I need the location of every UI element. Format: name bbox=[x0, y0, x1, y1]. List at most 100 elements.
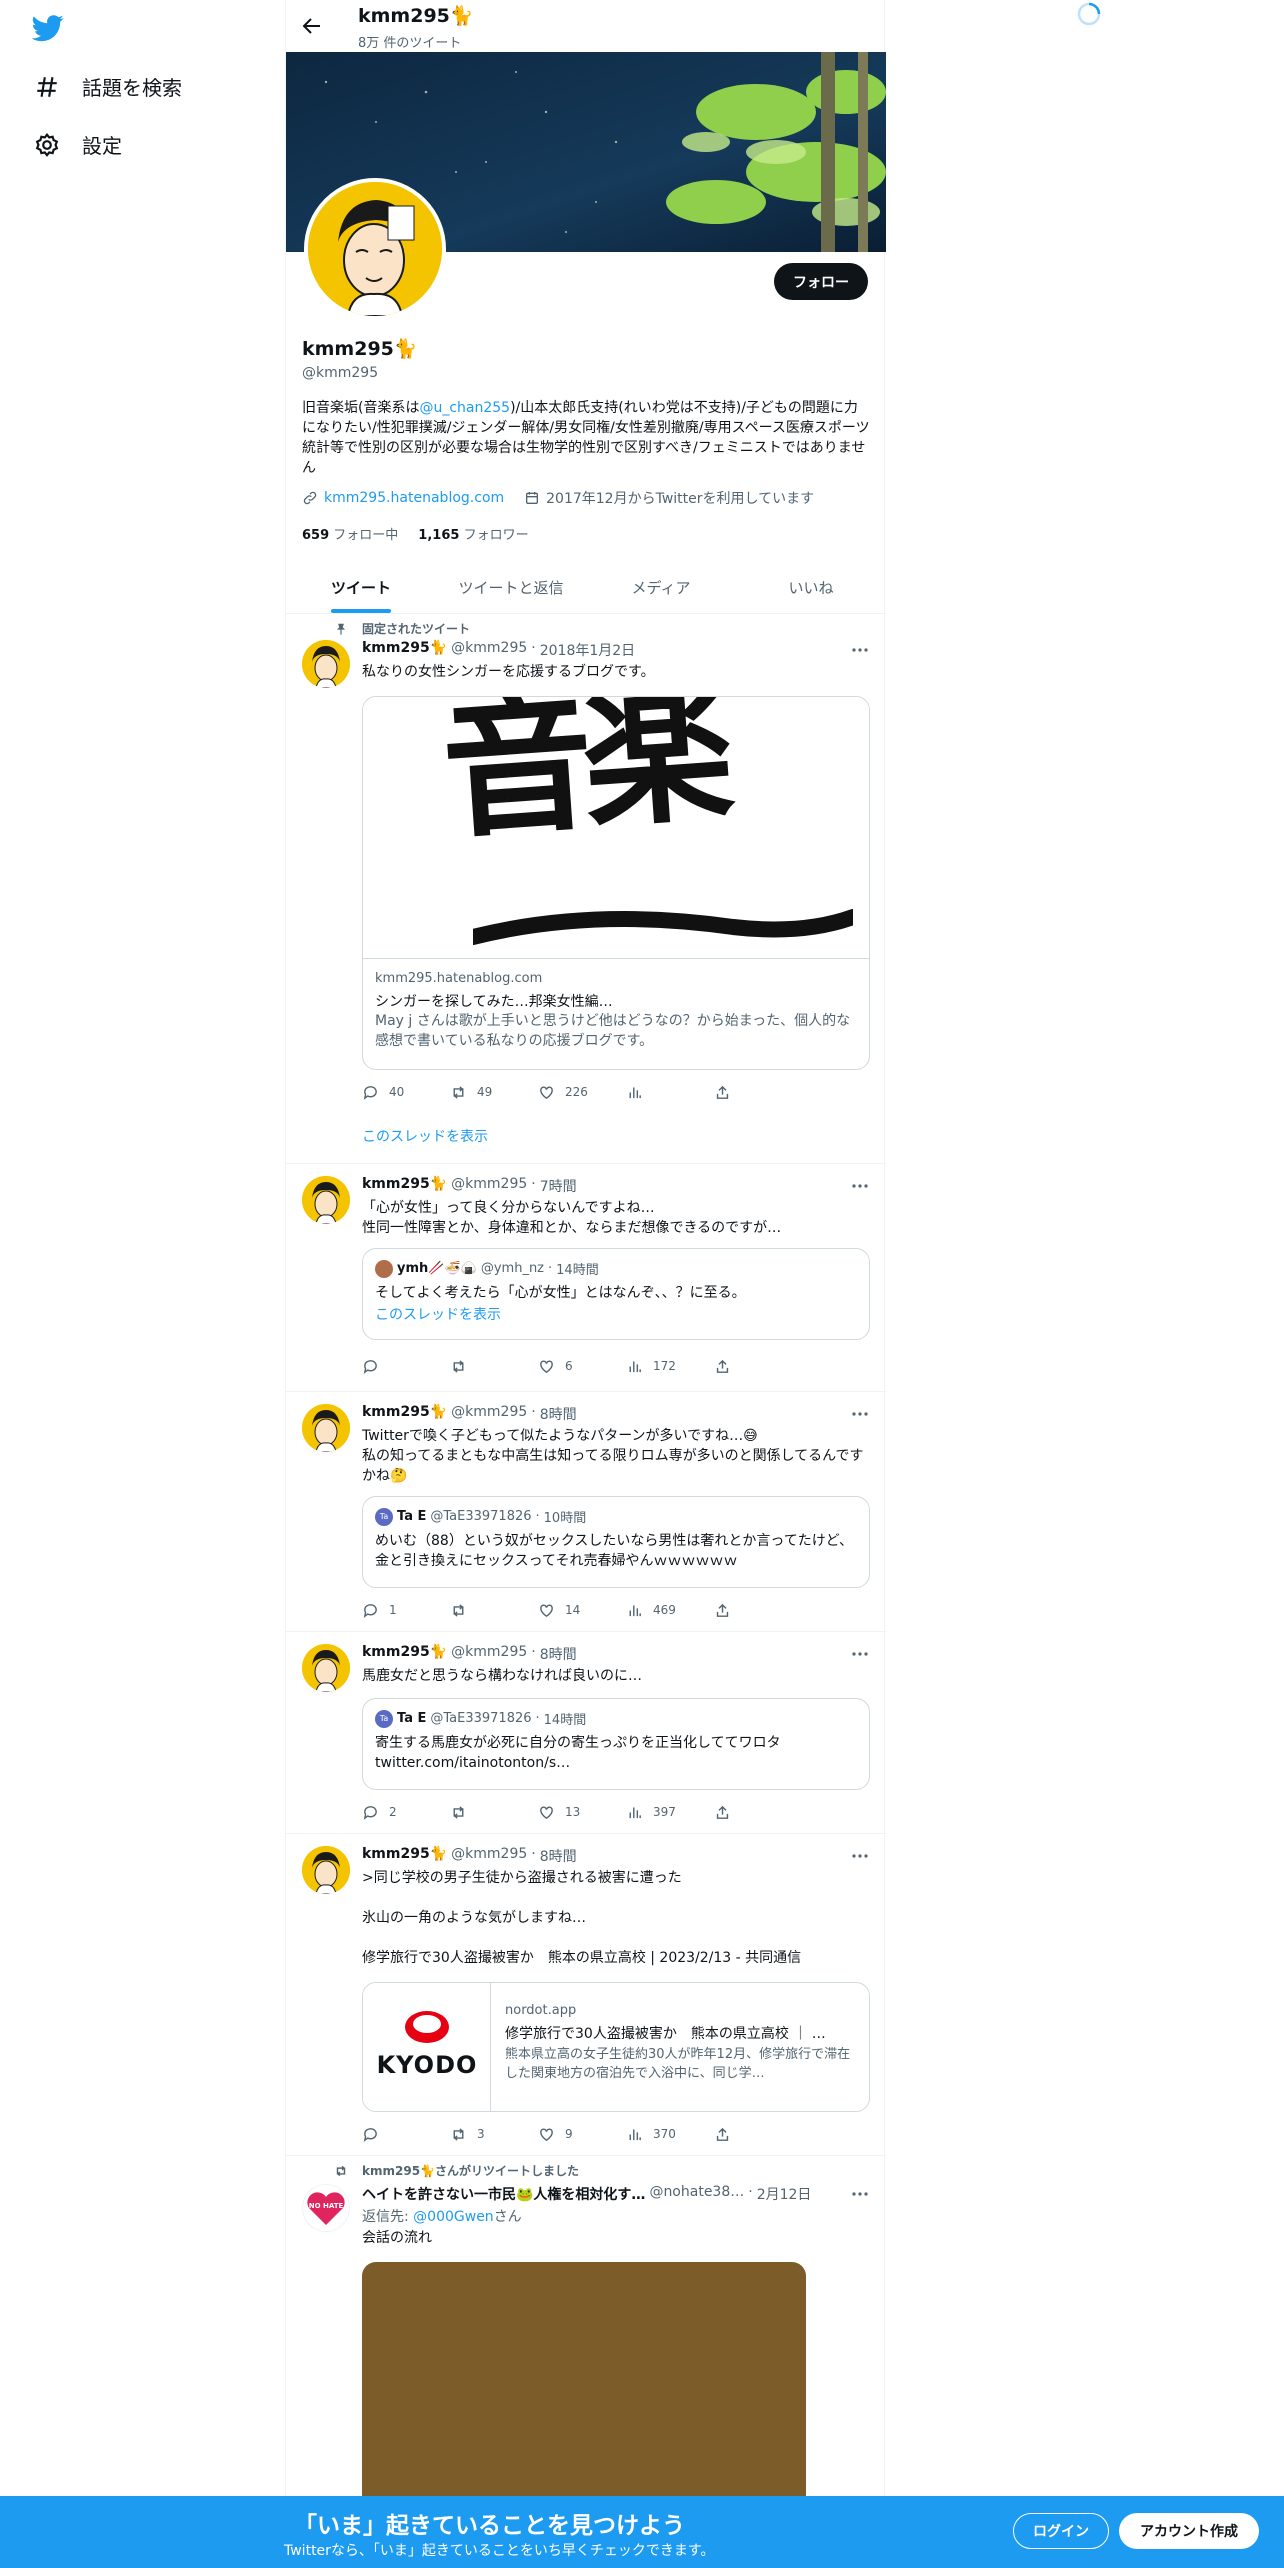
more-options-icon[interactable] bbox=[850, 1644, 870, 1664]
tweet-avatar[interactable] bbox=[302, 1404, 350, 1452]
tweet-time[interactable]: 8時間 bbox=[540, 1846, 577, 1866]
views-button[interactable]: 172 bbox=[626, 1356, 714, 1376]
profile-handle: @kmm295 bbox=[302, 365, 379, 381]
tweet-avatar[interactable] bbox=[302, 640, 350, 688]
like-button[interactable]: 14 bbox=[538, 1600, 626, 1620]
more-options-icon[interactable] bbox=[850, 2184, 870, 2204]
tweet-time[interactable]: 8時間 bbox=[540, 1404, 577, 1424]
tweet-author-name[interactable]: kmm295🐈 bbox=[362, 640, 447, 660]
tab-media[interactable]: メディア bbox=[586, 562, 736, 613]
retweet-button[interactable] bbox=[450, 1802, 538, 1822]
heart-icon bbox=[540, 1085, 553, 1099]
link-card[interactable]: 音楽 kmm295.hatenablog.com シンガーを探してみた…邦楽女性… bbox=[362, 696, 870, 1070]
share-button[interactable] bbox=[714, 2124, 802, 2144]
tweet-text: 会話の流れ bbox=[362, 2230, 432, 2246]
nav-settings[interactable]: 設定 bbox=[34, 130, 122, 159]
quote-tweet[interactable]: Ta Ta E @TaE33971826 · 10時間 めいむ（88）という奴が… bbox=[362, 1496, 870, 1588]
followers-stat[interactable]: 1,165 フォロワー bbox=[418, 524, 528, 543]
share-button[interactable] bbox=[714, 1356, 802, 1376]
login-button[interactable]: ログイン bbox=[1013, 2513, 1109, 2549]
retweet-button[interactable] bbox=[450, 1600, 538, 1620]
quote-tweet[interactable]: ymh🥢🍜🍙 @ymh_nz · 14時間 そしてよく考えたら「心が女性」とはな… bbox=[362, 1248, 870, 1340]
retweet-button[interactable]: 3 bbox=[450, 2124, 538, 2144]
tweet-author-name[interactable]: ヘイトを許さない一市民🐸人権を相対化す… bbox=[362, 2184, 645, 2204]
reply-button[interactable] bbox=[362, 2124, 450, 2144]
tweet-time[interactable]: 7時間 bbox=[540, 1176, 577, 1196]
like-button[interactable]: 226 bbox=[538, 1082, 626, 1102]
tweet-avatar[interactable]: NO HATE bbox=[302, 2184, 350, 2232]
quote-show-thread-link[interactable]: このスレッドを表示 bbox=[375, 1305, 859, 1325]
share-button[interactable] bbox=[714, 1802, 802, 1822]
retweeted-by-label[interactable]: kmm295🐈さんがリツイートしました bbox=[362, 2162, 579, 2179]
nav-explore[interactable]: 話題を検索 bbox=[34, 72, 182, 101]
profile-avatar[interactable] bbox=[304, 178, 446, 320]
more-options-icon[interactable] bbox=[850, 1404, 870, 1424]
tweet-author-name[interactable]: kmm295🐈 bbox=[362, 1404, 447, 1424]
reply-button[interactable]: 40 bbox=[362, 1082, 450, 1102]
bio-mention-link[interactable]: @u_chan255 bbox=[419, 400, 510, 416]
tweet-avatar[interactable] bbox=[302, 1644, 350, 1692]
link-card[interactable]: KYODO nordot.app 修学旅行で30人盗撮被害か 熊本の県立高校 ｜… bbox=[362, 1982, 870, 2112]
back-arrow-icon[interactable] bbox=[300, 14, 324, 38]
follow-button[interactable]: フォロー bbox=[774, 263, 868, 300]
loading-spinner-icon bbox=[1077, 2, 1101, 26]
tweet[interactable]: kmm295🐈 @kmm295 · 7時間 「心が女性」って良く分からないんです… bbox=[286, 1164, 886, 1392]
more-options-icon[interactable] bbox=[850, 1176, 870, 1196]
views-button[interactable]: 397 bbox=[626, 1802, 714, 1822]
tweet-author-name[interactable]: kmm295🐈 bbox=[362, 1846, 447, 1866]
tweet-author-name[interactable]: kmm295🐈 bbox=[362, 1644, 447, 1664]
more-options-icon[interactable] bbox=[850, 640, 870, 660]
tweet[interactable]: kmm295🐈 @kmm295 · 8時間 馬鹿女だと思うなら構わなければ良いの… bbox=[286, 1632, 886, 1834]
tab-tweets-and-replies[interactable]: ツイートと返信 bbox=[436, 562, 586, 613]
like-count: 226 bbox=[565, 1085, 588, 1099]
tweet-text: 私なりの女性シンガーを応援するブログです。 bbox=[362, 664, 655, 680]
like-button[interactable]: 9 bbox=[538, 2124, 626, 2144]
share-button[interactable] bbox=[714, 1600, 802, 1620]
views-button[interactable] bbox=[626, 1082, 714, 1102]
tweet-time[interactable]: 2月12日 bbox=[757, 2184, 812, 2204]
tweet-author-name[interactable]: kmm295🐈 bbox=[362, 1176, 447, 1196]
retweet-button[interactable]: 49 bbox=[450, 1082, 538, 1102]
tweet-media-image[interactable] bbox=[362, 2262, 806, 2502]
tweet[interactable]: kmm295🐈 @kmm295 · 8時間 Twitterで喚く子どもって似たよ… bbox=[286, 1392, 886, 1632]
tweet-avatar[interactable] bbox=[302, 1846, 350, 1894]
more-options-icon[interactable] bbox=[850, 1846, 870, 1866]
twitter-logo-icon[interactable] bbox=[32, 12, 64, 44]
tweet-author-handle: @kmm295 bbox=[451, 1846, 528, 1862]
reply-button[interactable]: 2 bbox=[362, 1802, 450, 1822]
reply-icon bbox=[363, 1805, 377, 1820]
tweet-time[interactable]: 8時間 bbox=[540, 1644, 577, 1664]
reply-button[interactable] bbox=[362, 1356, 450, 1376]
reply-button[interactable]: 1 bbox=[362, 1600, 450, 1620]
share-button[interactable] bbox=[714, 1082, 802, 1102]
show-thread-link[interactable]: このスレッドを表示 bbox=[362, 1126, 488, 1146]
reply-to-handle-link[interactable]: @000Gwen bbox=[413, 2209, 494, 2225]
views-button[interactable]: 370 bbox=[626, 2124, 714, 2144]
retweet-icon bbox=[453, 1085, 464, 1099]
quote-author-handle: @TaE33971826 bbox=[430, 1509, 532, 1524]
retweet-button[interactable] bbox=[450, 1356, 538, 1376]
tweet-avatar[interactable] bbox=[302, 1176, 350, 1224]
views-button[interactable]: 469 bbox=[626, 1600, 714, 1620]
tweet-author-handle: @kmm295 bbox=[451, 1176, 528, 1192]
profile-meta: kmm295.hatenablog.com 2017年12月からTwitterを… bbox=[302, 488, 814, 508]
tab-likes[interactable]: いいね bbox=[736, 562, 886, 613]
tweet[interactable]: kmm295🐈 @kmm295 · 8時間 >同じ学校の男子生徒から盗撮される被… bbox=[286, 1834, 886, 2156]
tab-tweets[interactable]: ツイート bbox=[286, 562, 436, 613]
quote-tweet[interactable]: Ta Ta E @TaE33971826 · 14時間 寄生する馬鹿女が必死に自… bbox=[362, 1698, 870, 1790]
reply-icon bbox=[363, 1359, 377, 1374]
separator-dot: · bbox=[548, 1261, 553, 1276]
tweet-pinned[interactable]: 固定されたツイート kmm295🐈 @kmm295 · 2018年1月2日 私な… bbox=[286, 614, 886, 1164]
tweet-retweeted[interactable]: kmm295🐈さんがリツイートしました NO HATE ヘイトを許さない一市民🐸… bbox=[286, 2156, 886, 2502]
like-button[interactable]: 6 bbox=[538, 1356, 626, 1376]
like-button[interactable]: 13 bbox=[538, 1802, 626, 1822]
tweet-time[interactable]: 2018年1月2日 bbox=[540, 640, 635, 660]
followers-count: 1,165 bbox=[418, 528, 460, 543]
link-card-description: 熊本県立高の女子生徒約30人が昨年12月、修学旅行で滞在した関東地方の宿泊先で入… bbox=[505, 2047, 851, 2081]
share-icon bbox=[716, 1359, 729, 1373]
signup-button[interactable]: アカウント作成 bbox=[1119, 2513, 1259, 2549]
link-card-description: May j さんは歌が上手いと思うけど他はどうなの？から始まった、個人的な感想で… bbox=[375, 1013, 851, 1049]
following-stat[interactable]: 659 フォロー中 bbox=[302, 524, 398, 543]
reply-to-suffix: さん bbox=[493, 2209, 522, 2225]
profile-website-link[interactable]: kmm295.hatenablog.com bbox=[324, 490, 504, 506]
